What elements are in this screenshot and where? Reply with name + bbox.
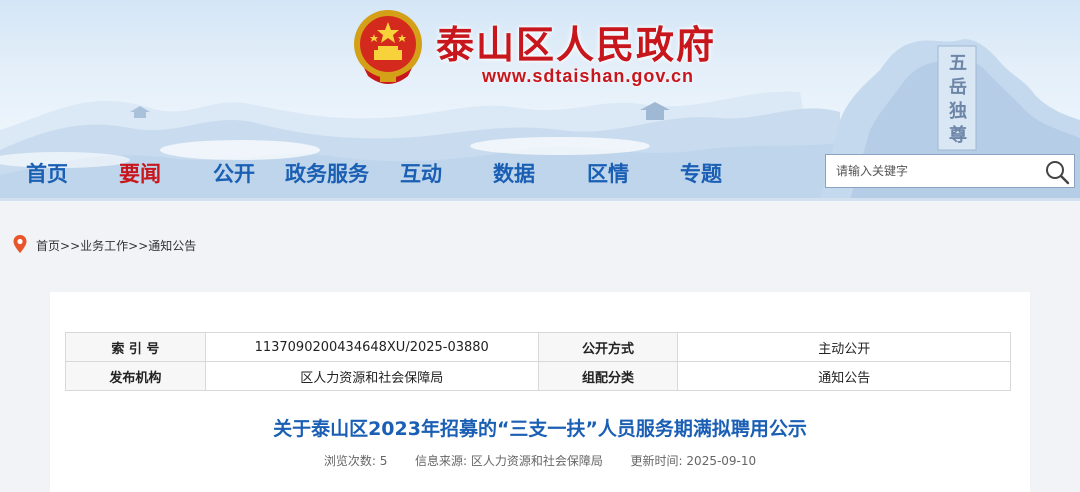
updated-label: 更新时间: (630, 454, 683, 468)
article-card: 索 引 号 1137090200434648XU/2025-03880 公开方式… (50, 292, 1030, 492)
article-title: 关于泰山区2023年招募的“三支一扶”人员服务期满拟聘用公示 (273, 418, 807, 440)
nav-item-data[interactable]: 数据 (493, 158, 535, 188)
search-box (825, 154, 1075, 188)
category-value: 通知公告 (677, 361, 1011, 391)
index-value: 1137090200434648XU/2025-03880 (204, 332, 539, 362)
search-icon[interactable] (1044, 159, 1070, 185)
table-row: 索 引 号 1137090200434648XU/2025-03880 公开方式… (65, 332, 1011, 362)
org-value: 区人力资源和社会保障局 (204, 361, 539, 391)
nav-item-district[interactable]: 区情 (587, 158, 629, 188)
nav-item-services[interactable]: 政务服务 (285, 158, 369, 188)
national-emblem-icon (354, 10, 422, 84)
breadcrumb-notices[interactable]: 通知公告 (148, 239, 196, 253)
nav-item-interaction[interactable]: 互动 (400, 158, 442, 188)
nav-item-topics[interactable]: 专题 (680, 158, 722, 188)
views-label: 浏览次数: (323, 454, 376, 468)
document-meta-table: 索 引 号 1137090200434648XU/2025-03880 公开方式… (65, 332, 1011, 391)
mode-value: 主动公开 (677, 332, 1011, 362)
org-key: 发布机构 (65, 361, 206, 391)
source-label: 信息来源: (415, 454, 468, 468)
site-url: www.sdtaishan.gov.cn (482, 66, 695, 86)
site-title: 泰山区人民政府 (436, 22, 717, 67)
nav-item-news[interactable]: 要闻 (119, 158, 161, 188)
mode-key: 公开方式 (537, 332, 679, 362)
updated-value: 2025-09-10 (686, 454, 757, 468)
index-key: 索 引 号 (65, 332, 206, 362)
table-row: 发布机构 区人力资源和社会保障局 组配分类 通知公告 (65, 361, 1011, 391)
views-count: 5 (379, 454, 388, 468)
location-pin-icon (13, 235, 27, 253)
source-value: 区人力资源和社会保障局 (470, 454, 603, 468)
breadcrumb-home[interactable]: 首页 (36, 239, 60, 253)
nav-item-home[interactable]: 首页 (26, 158, 68, 188)
breadcrumb-business[interactable]: 业务工作 (80, 239, 128, 253)
nav-item-public[interactable]: 公开 (213, 158, 255, 188)
nav-divider (0, 198, 1080, 201)
breadcrumb-separator: >> (60, 239, 81, 253)
article-info: 浏览次数: 5 信息来源: 区人力资源和社会保障局 更新时间: 2025-09-… (50, 452, 1030, 469)
breadcrumb-separator: >> (128, 239, 149, 253)
calligraphy-text: 五岳独尊 (949, 53, 967, 146)
category-key: 组配分类 (537, 361, 679, 391)
search-input[interactable] (826, 155, 1036, 187)
